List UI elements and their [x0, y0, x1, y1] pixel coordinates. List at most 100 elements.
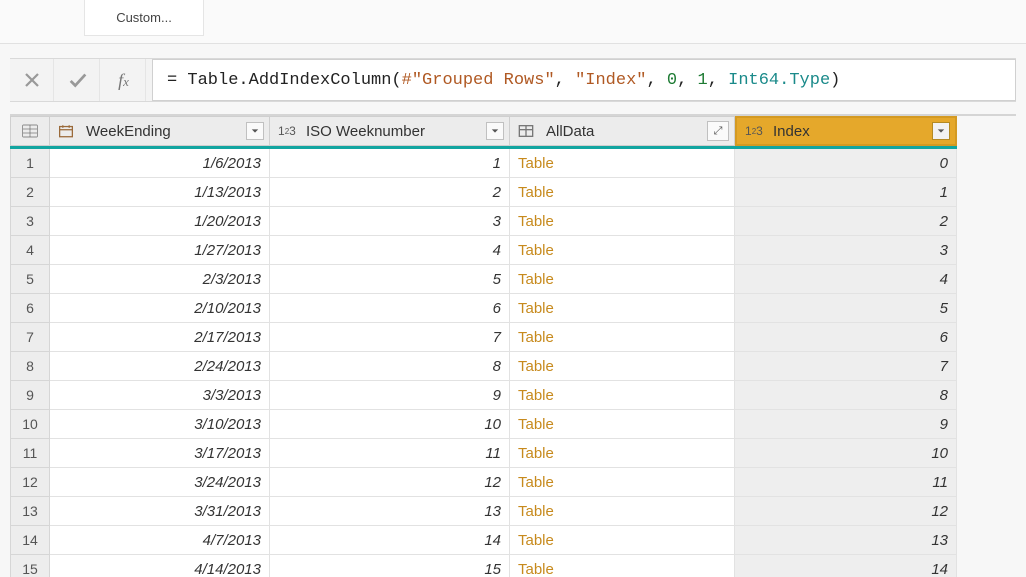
column-header-alldata[interactable]: AllData ⤢	[510, 116, 735, 146]
table-row[interactable]: 144/7/201314Table13	[10, 526, 1016, 555]
table-row[interactable]: 133/31/201313Table12	[10, 497, 1016, 526]
row-header[interactable]: 3	[10, 207, 50, 236]
cell-index[interactable]: 5	[735, 294, 957, 323]
cell-iso-weeknumber[interactable]: 4	[270, 236, 510, 265]
cell-iso-weeknumber[interactable]: 12	[270, 468, 510, 497]
table-row[interactable]: 72/17/20137Table6	[10, 323, 1016, 352]
cell-iso-weeknumber[interactable]: 11	[270, 439, 510, 468]
cell-weekending[interactable]: 1/20/2013	[50, 207, 270, 236]
cell-weekending[interactable]: 4/14/2013	[50, 555, 270, 577]
row-header[interactable]: 13	[10, 497, 50, 526]
row-header[interactable]: 14	[10, 526, 50, 555]
cell-index[interactable]: 3	[735, 236, 957, 265]
cell-alldata[interactable]: Table	[510, 207, 735, 236]
row-header[interactable]: 10	[10, 410, 50, 439]
ribbon-button-custom[interactable]: Custom...	[84, 0, 204, 36]
cell-alldata[interactable]: Table	[510, 352, 735, 381]
row-header[interactable]: 5	[10, 265, 50, 294]
cell-iso-weeknumber[interactable]: 10	[270, 410, 510, 439]
column-header-weekending[interactable]: WeekEnding	[50, 116, 270, 146]
cell-index[interactable]: 9	[735, 410, 957, 439]
cell-weekending[interactable]: 4/7/2013	[50, 526, 270, 555]
row-header[interactable]: 15	[10, 555, 50, 577]
cell-index[interactable]: 6	[735, 323, 957, 352]
cell-index[interactable]: 14	[735, 555, 957, 577]
row-header[interactable]: 8	[10, 352, 50, 381]
table-row[interactable]: 103/10/201310Table9	[10, 410, 1016, 439]
cell-iso-weeknumber[interactable]: 2	[270, 178, 510, 207]
cell-index[interactable]: 10	[735, 439, 957, 468]
cell-weekending[interactable]: 3/17/2013	[50, 439, 270, 468]
cell-index[interactable]: 2	[735, 207, 957, 236]
cell-weekending[interactable]: 3/10/2013	[50, 410, 270, 439]
cell-alldata[interactable]: Table	[510, 468, 735, 497]
expand-button-alldata[interactable]: ⤢	[707, 121, 729, 141]
cell-alldata[interactable]: Table	[510, 294, 735, 323]
table-row[interactable]: 62/10/20136Table5	[10, 294, 1016, 323]
row-header[interactable]: 7	[10, 323, 50, 352]
cell-index[interactable]: 12	[735, 497, 957, 526]
formula-confirm-button[interactable]	[56, 59, 100, 101]
cell-iso-weeknumber[interactable]: 14	[270, 526, 510, 555]
column-header-index[interactable]: 123 Index	[735, 116, 957, 146]
cell-alldata[interactable]: Table	[510, 149, 735, 178]
cell-alldata[interactable]: Table	[510, 381, 735, 410]
formula-cancel-button[interactable]	[10, 59, 54, 101]
filter-button-index[interactable]	[932, 122, 950, 140]
cell-iso-weeknumber[interactable]: 13	[270, 497, 510, 526]
cell-alldata[interactable]: Table	[510, 526, 735, 555]
table-row[interactable]: 52/3/20135Table4	[10, 265, 1016, 294]
cell-weekending[interactable]: 2/3/2013	[50, 265, 270, 294]
cell-weekending[interactable]: 1/27/2013	[50, 236, 270, 265]
filter-button-weekending[interactable]	[246, 122, 264, 140]
table-row[interactable]: 31/20/20133Table2	[10, 207, 1016, 236]
cell-index[interactable]: 0	[735, 149, 957, 178]
table-row[interactable]: 82/24/20138Table7	[10, 352, 1016, 381]
cell-iso-weeknumber[interactable]: 9	[270, 381, 510, 410]
cell-weekending[interactable]: 2/24/2013	[50, 352, 270, 381]
cell-index[interactable]: 7	[735, 352, 957, 381]
cell-alldata[interactable]: Table	[510, 439, 735, 468]
cell-weekending[interactable]: 1/13/2013	[50, 178, 270, 207]
filter-button-iso[interactable]	[486, 122, 504, 140]
column-header-iso-weeknumber[interactable]: 123 ISO Weeknumber	[270, 116, 510, 146]
row-header[interactable]: 6	[10, 294, 50, 323]
table-row[interactable]: 21/13/20132Table1	[10, 178, 1016, 207]
cell-index[interactable]: 11	[735, 468, 957, 497]
table-row[interactable]: 41/27/20134Table3	[10, 236, 1016, 265]
cell-iso-weeknumber[interactable]: 15	[270, 555, 510, 577]
formula-input[interactable]: = Table.AddIndexColumn(#"Grouped Rows", …	[152, 59, 1016, 101]
cell-weekending[interactable]: 1/6/2013	[50, 149, 270, 178]
cell-alldata[interactable]: Table	[510, 178, 735, 207]
row-header[interactable]: 2	[10, 178, 50, 207]
table-row[interactable]: 113/17/201311Table10	[10, 439, 1016, 468]
cell-weekending[interactable]: 3/31/2013	[50, 497, 270, 526]
row-header[interactable]: 12	[10, 468, 50, 497]
cell-weekending[interactable]: 2/17/2013	[50, 323, 270, 352]
cell-index[interactable]: 4	[735, 265, 957, 294]
cell-alldata[interactable]: Table	[510, 497, 735, 526]
table-row[interactable]: 93/3/20139Table8	[10, 381, 1016, 410]
cell-index[interactable]: 1	[735, 178, 957, 207]
row-header[interactable]: 1	[10, 149, 50, 178]
row-header[interactable]: 11	[10, 439, 50, 468]
cell-iso-weeknumber[interactable]: 6	[270, 294, 510, 323]
row-header[interactable]: 4	[10, 236, 50, 265]
cell-alldata[interactable]: Table	[510, 410, 735, 439]
table-row[interactable]: 154/14/201315Table14	[10, 555, 1016, 577]
fx-button[interactable]: fx	[102, 59, 146, 101]
cell-weekending[interactable]: 2/10/2013	[50, 294, 270, 323]
cell-alldata[interactable]: Table	[510, 236, 735, 265]
cell-index[interactable]: 8	[735, 381, 957, 410]
table-row[interactable]: 11/6/20131Table0	[10, 149, 1016, 178]
cell-weekending[interactable]: 3/3/2013	[50, 381, 270, 410]
cell-iso-weeknumber[interactable]: 3	[270, 207, 510, 236]
cell-iso-weeknumber[interactable]: 1	[270, 149, 510, 178]
table-row[interactable]: 123/24/201312Table11	[10, 468, 1016, 497]
cell-iso-weeknumber[interactable]: 5	[270, 265, 510, 294]
cell-index[interactable]: 13	[735, 526, 957, 555]
cell-alldata[interactable]: Table	[510, 265, 735, 294]
cell-iso-weeknumber[interactable]: 8	[270, 352, 510, 381]
row-header[interactable]: 9	[10, 381, 50, 410]
cell-alldata[interactable]: Table	[510, 555, 735, 577]
